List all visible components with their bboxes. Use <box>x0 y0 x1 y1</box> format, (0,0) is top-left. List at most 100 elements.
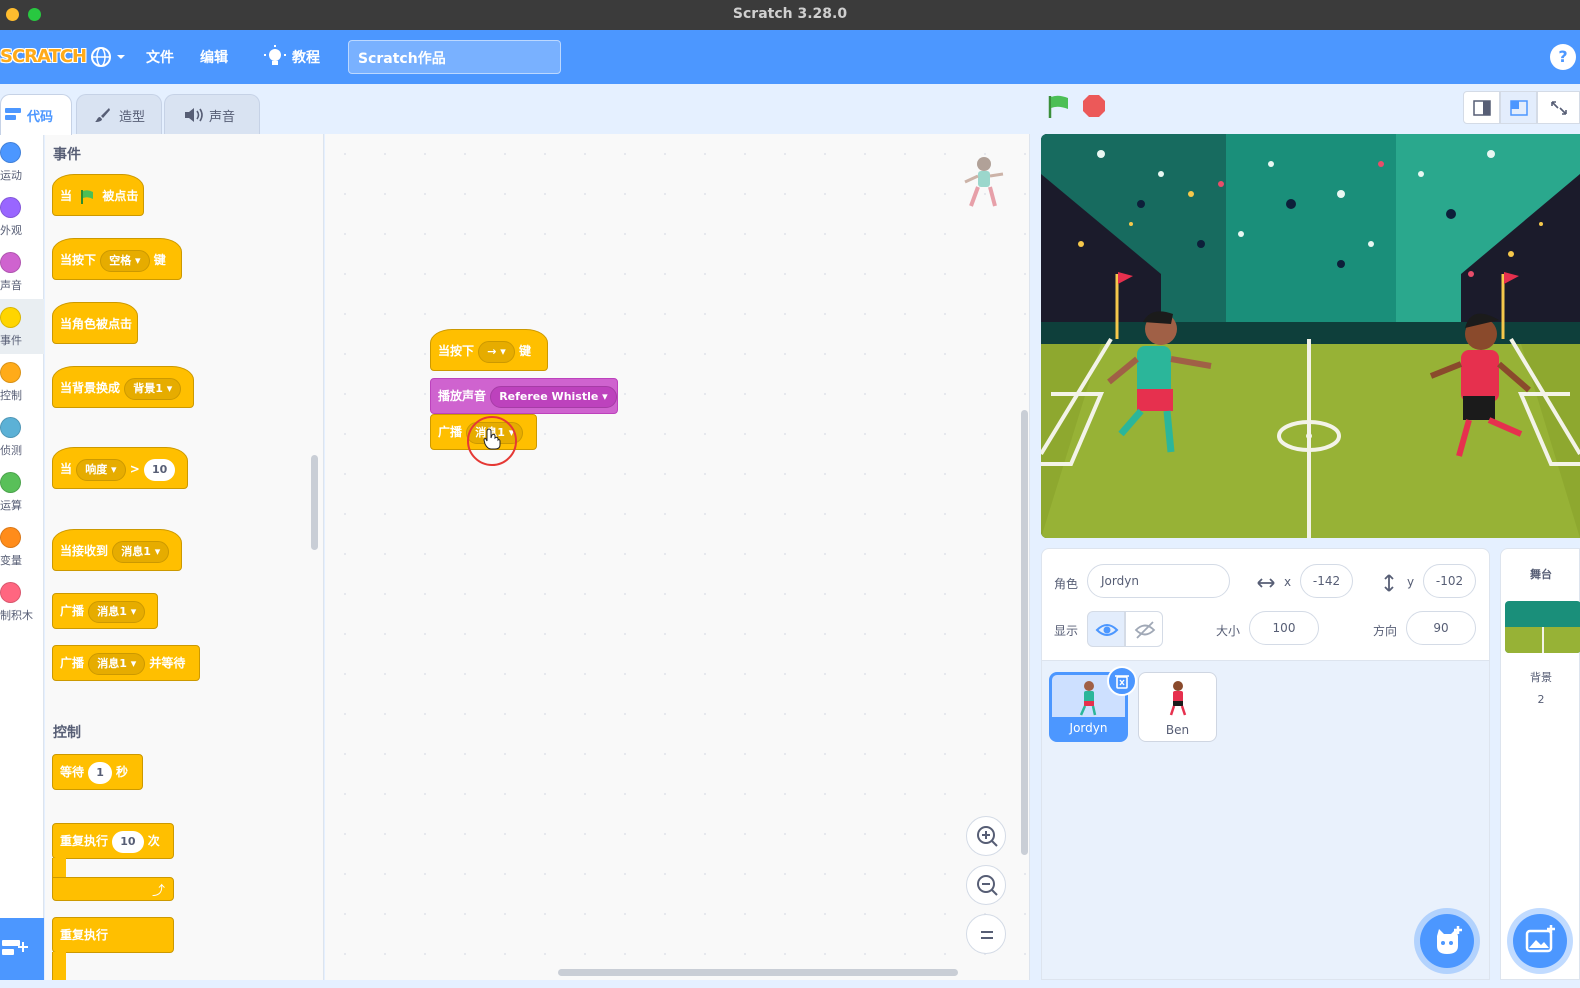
stage-canvas[interactable] <box>1041 134 1580 538</box>
block-text: 被点击 <box>102 189 139 203</box>
green-flag-icon <box>1048 95 1068 118</box>
when-receive-block[interactable]: 当接收到 消息1 ▾ <box>52 529 182 571</box>
size-input[interactable]: 100 <box>1249 611 1319 645</box>
when-key-pressed-block[interactable]: 当按下 空格 ▾ 键 <box>52 238 182 280</box>
sensor-dropdown-value: 响度 <box>85 462 108 476</box>
x-label: x <box>1284 575 1292 589</box>
normal-stage-button[interactable] <box>1500 91 1537 124</box>
help-icon[interactable]: ? <box>1550 44 1576 70</box>
when-sprite-clicked-block[interactable]: 当角色被点击 <box>52 302 138 344</box>
sprite-tile-name: Jordyn <box>1052 717 1125 739</box>
fullscreen-icon <box>1551 101 1567 115</box>
wait-seconds-input[interactable]: 1 <box>88 761 112 784</box>
choose-backdrop-button[interactable] <box>1513 914 1567 968</box>
when-flag-clicked-block[interactable]: 当 被点击 <box>52 174 144 216</box>
category-sensing[interactable]: 侦测 <box>0 409 44 464</box>
choose-sprite-button[interactable] <box>1420 914 1474 968</box>
forever-block[interactable]: 重复执行 <box>52 917 174 953</box>
green-flag-button[interactable] <box>1046 94 1072 124</box>
scratch-logo[interactable]: SCRATCH <box>0 42 87 72</box>
when-greater-than-block[interactable]: 当 响度 ▾ > 10 <box>52 447 188 489</box>
category-operators[interactable]: 运算 <box>0 464 44 519</box>
wait-block[interactable]: 等待 1 秒 <box>52 754 143 790</box>
category-sound[interactable]: 声音 <box>0 244 44 299</box>
category-events[interactable]: 事件 <box>0 299 44 354</box>
message-dropdown[interactable]: 消息1 ▾ <box>112 540 170 563</box>
sprite-tile-ben[interactable]: Ben <box>1138 672 1217 742</box>
key-dropdown-value: 空格 <box>109 253 132 267</box>
tutorials-menu[interactable]: 教程 <box>264 45 324 69</box>
workspace-horizontal-scrollbar[interactable] <box>558 969 958 976</box>
message-dropdown-value: 消息1 <box>97 604 127 618</box>
category-motion-dot <box>0 142 21 163</box>
key-dropdown[interactable]: 空格 ▾ <box>100 249 150 272</box>
zoom-in-button[interactable] <box>966 816 1006 856</box>
threshold-input[interactable]: 10 <box>144 458 176 481</box>
category-my-blocks[interactable]: 制积木 <box>0 574 44 629</box>
script-play-sound-block[interactable]: 播放声音 Referee Whistle ▾ <box>430 378 618 414</box>
message-dropdown[interactable]: 消息1 ▾ <box>88 652 146 675</box>
block-text: 广播 <box>60 656 85 670</box>
block-text: 当背景换成 <box>60 381 121 395</box>
block-palette: 事件 当 被点击 当按下 空格 ▾ 键 当角色被点击 当背景换成 背景1 ▾ 当… <box>45 134 324 980</box>
block-text: 播放声音 <box>438 389 487 403</box>
tutorials-label: 教程 <box>292 50 320 66</box>
sensor-dropdown[interactable]: 响度 ▾ <box>76 458 126 481</box>
backdrop-dropdown[interactable]: 背景1 ▾ <box>124 377 182 400</box>
stage-pane-title: 舞台 <box>1530 568 1552 581</box>
project-title-input[interactable]: Scratch作品 <box>348 40 561 74</box>
tab-costumes[interactable]: 造型 <box>76 94 162 134</box>
eye-icon <box>1095 624 1119 636</box>
category-events-dot <box>0 307 21 328</box>
language-menu[interactable] <box>90 45 126 69</box>
sprite-name-input[interactable]: Jordyn <box>1087 564 1230 598</box>
ben-thumbnail <box>1169 681 1187 716</box>
zoom-out-button[interactable] <box>966 865 1006 905</box>
broadcast-block[interactable]: 广播 消息1 ▾ <box>52 593 158 629</box>
block-text: 当 <box>60 462 73 476</box>
stop-button[interactable] <box>1082 94 1106 122</box>
tab-code[interactable]: 代码 <box>0 94 72 135</box>
category-looks-dot <box>0 197 21 218</box>
delete-sprite-button[interactable] <box>1107 666 1137 696</box>
zoom-reset-button[interactable] <box>966 914 1006 954</box>
edit-menu[interactable]: 编辑 <box>200 47 228 67</box>
sound-dropdown[interactable]: Referee Whistle ▾ <box>490 385 617 408</box>
file-menu[interactable]: 文件 <box>146 47 174 67</box>
brush-icon <box>95 107 111 127</box>
show-label: 显示 <box>1054 624 1079 638</box>
block-text: 当按下 <box>60 253 97 267</box>
show-sprite-button[interactable] <box>1087 611 1125 647</box>
repeat-block[interactable]: 重复执行 10 次 <box>52 823 174 859</box>
jordyn-thumbnail <box>1079 681 1097 716</box>
zoom-out-icon <box>977 875 998 896</box>
y-position-input[interactable]: -102 <box>1423 564 1476 598</box>
message-dropdown[interactable]: 消息1 ▾ <box>88 600 146 623</box>
category-variables[interactable]: 变量 <box>0 519 44 574</box>
direction-input[interactable]: 90 <box>1406 611 1476 645</box>
small-stage-button[interactable] <box>1463 91 1500 124</box>
category-control[interactable]: 控制 <box>0 354 44 409</box>
category-label: 控制 <box>0 389 22 402</box>
script-workspace[interactable] <box>325 134 1030 980</box>
broadcast-and-wait-block[interactable]: 广播 消息1 ▾ 并等待 <box>52 645 200 681</box>
block-text: 广播 <box>60 604 85 618</box>
category-menu: 运动 外观 声音 事件 控制 侦测 运算 变量 制积木 <box>0 134 44 980</box>
backdrop-thumbnail <box>1505 601 1580 653</box>
category-my-blocks-dot <box>0 582 21 603</box>
when-backdrop-switches-block[interactable]: 当背景换成 背景1 ▾ <box>52 366 194 408</box>
block-text: 当角色被点击 <box>60 317 133 331</box>
palette-scrollbar[interactable] <box>311 455 318 550</box>
tab-sounds[interactable]: 声音 <box>164 94 260 134</box>
script-when-key-pressed-block[interactable]: 当按下 → ▾ 键 <box>430 329 548 371</box>
hand-cursor-icon <box>483 428 501 450</box>
category-motion[interactable]: 运动 <box>0 134 44 189</box>
category-looks[interactable]: 外观 <box>0 189 44 244</box>
repeat-count-input[interactable]: 10 <box>112 830 144 853</box>
x-position-input[interactable]: -142 <box>1300 564 1353 598</box>
fullscreen-button[interactable] <box>1537 91 1580 124</box>
script-key-dropdown[interactable]: → ▾ <box>478 340 515 363</box>
add-extension-button[interactable] <box>0 918 44 980</box>
hide-sprite-button[interactable] <box>1125 611 1163 647</box>
workspace-vertical-scrollbar[interactable] <box>1021 410 1028 855</box>
